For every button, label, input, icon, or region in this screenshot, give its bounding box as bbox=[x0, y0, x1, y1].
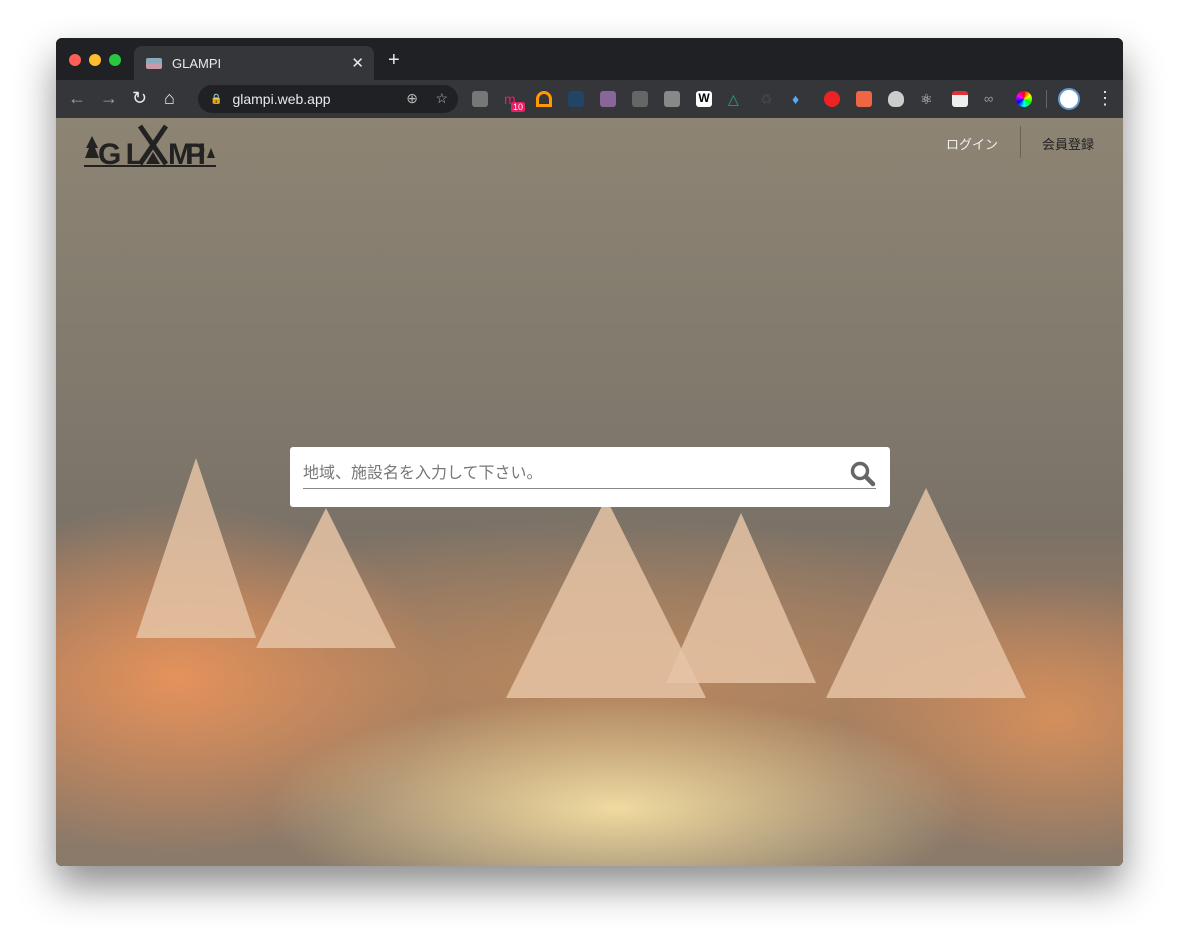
profile-avatar[interactable] bbox=[1058, 88, 1080, 110]
favicon-icon bbox=[146, 57, 162, 69]
menu-kebab-icon[interactable]: ⋮ bbox=[1096, 88, 1114, 109]
extension-diamond-icon[interactable]: ♦ bbox=[792, 91, 808, 107]
tipi-image bbox=[826, 488, 1026, 698]
extension-book-icon[interactable] bbox=[568, 91, 584, 107]
tab-title: GLAMPI bbox=[172, 55, 222, 71]
toolbar-divider bbox=[1046, 90, 1047, 108]
tipi-image bbox=[256, 508, 396, 648]
lock-icon: 🔒 bbox=[210, 93, 223, 105]
tab-bar: GLAMPI ✕ + bbox=[56, 38, 1123, 80]
extension-line-icon[interactable] bbox=[472, 91, 488, 107]
reload-icon[interactable]: ↻ bbox=[132, 88, 147, 109]
tab-glampi[interactable]: GLAMPI ✕ bbox=[134, 46, 374, 80]
install-icon[interactable]: ⊕ bbox=[406, 90, 418, 107]
forward-icon[interactable]: → bbox=[100, 88, 118, 109]
nav-divider bbox=[1020, 126, 1021, 158]
extension-sync-icon[interactable] bbox=[824, 91, 840, 107]
extension-swirl-icon[interactable] bbox=[600, 91, 616, 107]
tipi-image bbox=[666, 513, 816, 683]
bookmark-star-icon[interactable]: ☆ bbox=[435, 90, 448, 107]
url-text: glampi.web.app bbox=[232, 91, 331, 107]
extension-note-icon[interactable] bbox=[952, 91, 968, 107]
browser-window: GLAMPI ✕ + ← → ↻ ⌂ 🔒 glampi.web.app ⊕ ☆ … bbox=[56, 38, 1123, 866]
extension-color-icon[interactable] bbox=[1016, 91, 1032, 107]
close-window-button[interactable] bbox=[69, 54, 81, 66]
extension-chat-icon[interactable] bbox=[664, 91, 680, 107]
extension-badge: 10 bbox=[511, 102, 526, 112]
extension-vue-icon[interactable]: △ bbox=[728, 91, 744, 107]
extension-w-icon[interactable]: W bbox=[696, 91, 712, 107]
search-box bbox=[290, 447, 890, 507]
extension-recycle-icon[interactable]: ♻ bbox=[760, 91, 776, 107]
extension-org-icon[interactable] bbox=[856, 91, 872, 107]
extension-rainbow-icon[interactable] bbox=[536, 91, 552, 107]
svg-text:MPI: MPI bbox=[168, 138, 206, 168]
hero-background: GL MPI ログイン 会員登録 bbox=[56, 118, 1123, 866]
back-icon[interactable]: ← bbox=[68, 88, 86, 109]
login-link[interactable]: ログイン bbox=[946, 134, 998, 153]
address-bar[interactable]: 🔒 glampi.web.app ⊕ ☆ bbox=[198, 85, 458, 113]
minimize-window-button[interactable] bbox=[89, 54, 101, 66]
search-icon[interactable] bbox=[850, 461, 876, 492]
maximize-window-button[interactable] bbox=[109, 54, 121, 66]
signup-link[interactable]: 会員登録 bbox=[1042, 134, 1094, 153]
extension-shield-icon[interactable] bbox=[888, 91, 904, 107]
glampi-logo[interactable]: GL MPI bbox=[84, 124, 218, 173]
home-icon[interactable]: ⌂ bbox=[164, 88, 175, 109]
close-tab-icon[interactable]: ✕ bbox=[351, 54, 364, 72]
extension-ap-icon[interactable] bbox=[632, 91, 648, 107]
svg-text:GL: GL bbox=[98, 138, 144, 168]
tipi-image bbox=[136, 458, 256, 638]
extension-link-icon[interactable]: ∞ bbox=[984, 91, 1000, 107]
search-input[interactable] bbox=[303, 457, 876, 489]
new-tab-button[interactable]: + bbox=[388, 49, 400, 72]
browser-toolbar: ← → ↻ ⌂ 🔒 glampi.web.app ⊕ ☆ m 10 W △ ♻ … bbox=[56, 80, 1123, 118]
extension-react-icon[interactable]: ⚛ bbox=[920, 91, 936, 107]
